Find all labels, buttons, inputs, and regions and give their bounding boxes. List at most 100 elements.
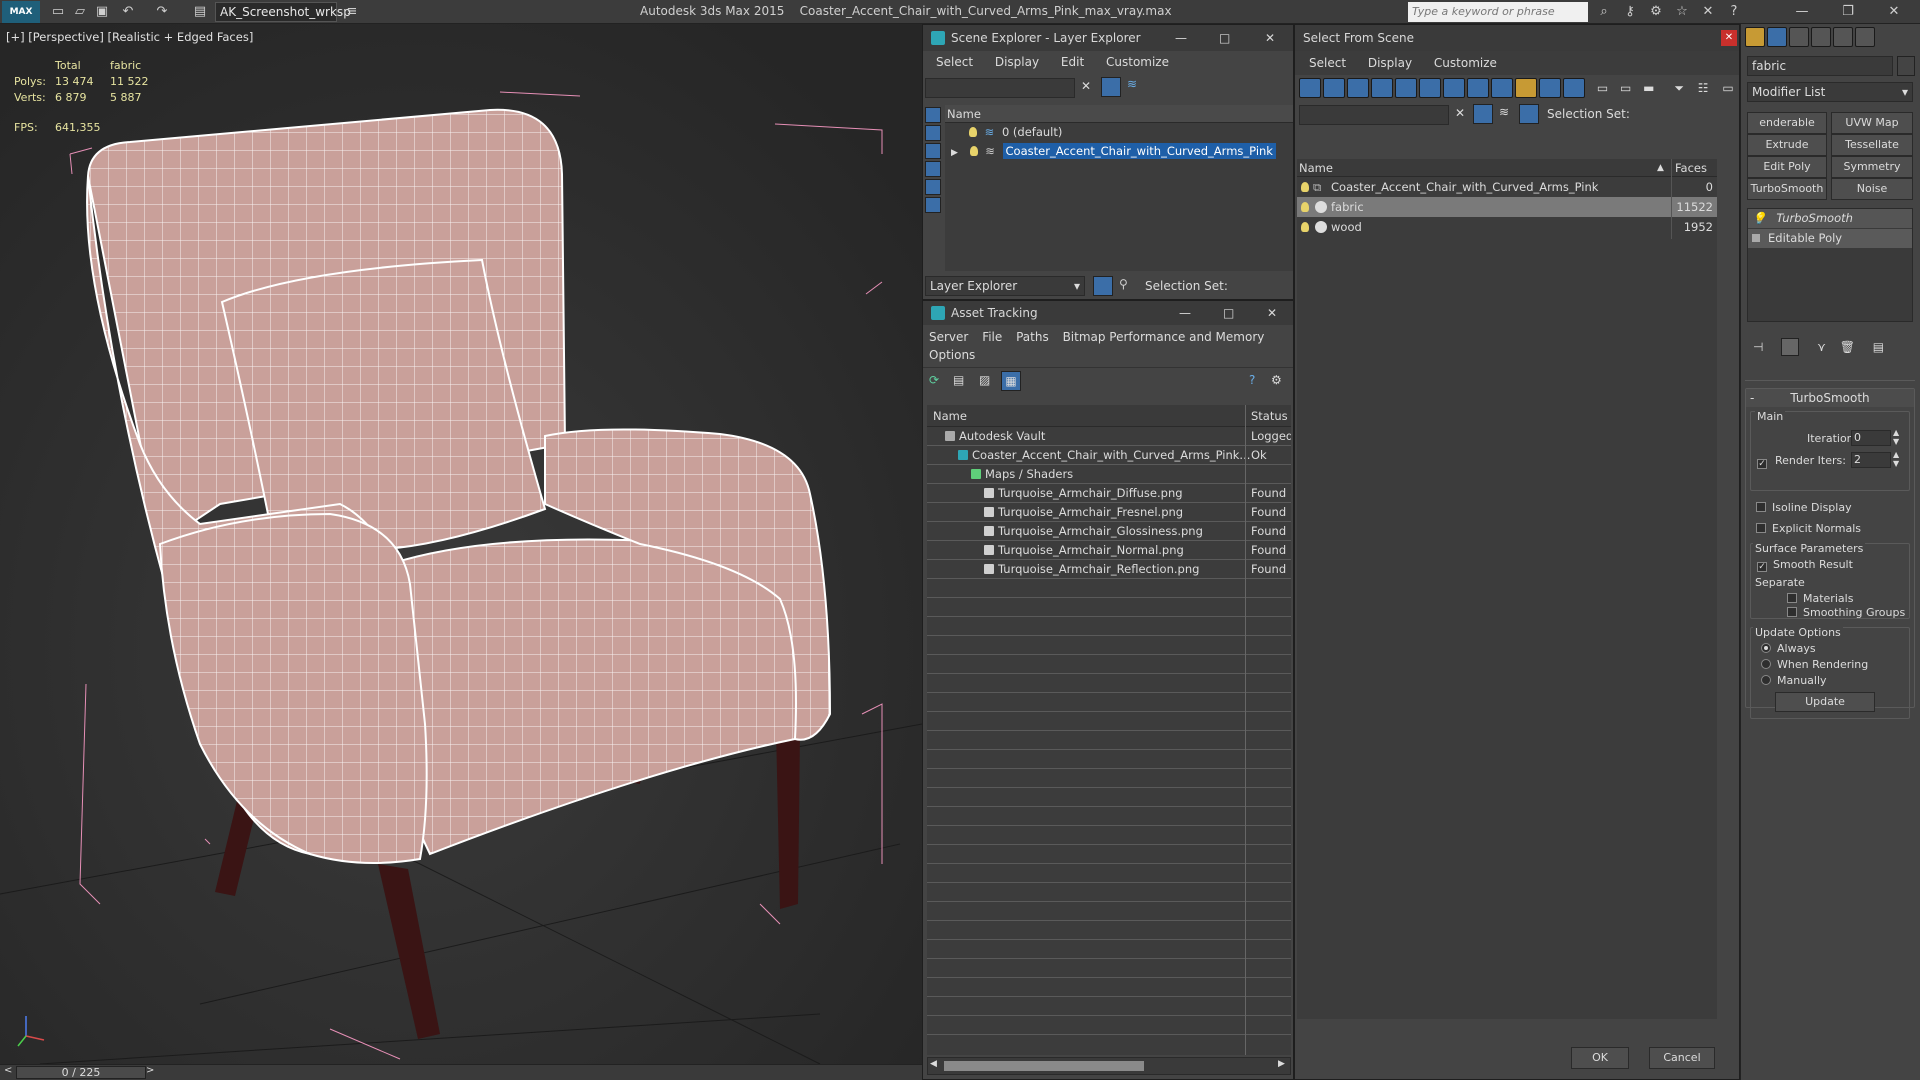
when-rendering-radio[interactable] <box>1761 659 1771 669</box>
minimize-icon[interactable]: — <box>1792 3 1812 21</box>
update-button[interactable]: Update <box>1775 692 1875 712</box>
close-search-icon[interactable]: ✕ <box>1698 3 1718 21</box>
hierarchy-tab-icon[interactable] <box>1789 27 1809 47</box>
table-view-icon[interactable]: ▦ <box>1001 371 1021 391</box>
visibility-bulb-icon[interactable] <box>969 146 978 156</box>
asset-row[interactable]: Turquoise_Armchair_Normal.png Found <box>927 541 1291 560</box>
modify-tab-icon[interactable] <box>1767 27 1787 47</box>
open-file-icon[interactable]: ▱ <box>70 3 90 21</box>
display-geometry-icon[interactable] <box>925 161 941 177</box>
collapse-icon[interactable]: - <box>1750 389 1754 407</box>
object-row[interactable]: ⧉ Coaster_Accent_Chair_with_Curved_Arms_… <box>1297 177 1717 197</box>
maximize-icon[interactable]: □ <box>1223 301 1234 325</box>
visibility-bulb-icon[interactable] <box>969 127 977 137</box>
render-iters-spinner[interactable]: 2 <box>1851 452 1891 468</box>
menu-customize[interactable]: Customize <box>1106 51 1169 73</box>
filter-cameras-icon[interactable] <box>1371 78 1393 98</box>
binoculars-icon[interactable]: ⌕ <box>1594 3 1614 21</box>
menu-server[interactable]: Server <box>929 328 968 346</box>
tree-view-icon[interactable]: ☷ <box>1698 81 1709 95</box>
filter-icon[interactable] <box>1101 77 1121 97</box>
perspective-viewport[interactable]: [+] [Perspective] [Realistic + Edged Fac… <box>0 24 922 1064</box>
help-icon[interactable]: ? <box>1249 373 1255 387</box>
display-invert-icon[interactable] <box>925 143 941 159</box>
collapse-icon[interactable]: ▭ <box>1722 81 1733 95</box>
minimize-icon[interactable]: — <box>1179 301 1191 325</box>
make-unique-icon[interactable]: ⋎ <box>1817 340 1826 354</box>
close-icon[interactable]: ✕ <box>1265 25 1275 51</box>
filter-geometry-icon[interactable] <box>1299 78 1321 98</box>
favorites-icon[interactable]: ☆ <box>1672 3 1692 21</box>
scroll-thumb[interactable] <box>944 1061 1144 1071</box>
explicit-normals-option[interactable]: Explicit Normals <box>1756 518 1914 539</box>
maximize-icon[interactable]: □ <box>1219 25 1230 51</box>
col-status-header[interactable]: Status <box>1251 405 1288 427</box>
new-file-icon[interactable]: ▭ <box>48 3 68 21</box>
isoline-display-option[interactable]: Isoline Display <box>1756 497 1914 518</box>
col-name-header[interactable]: Name <box>1299 159 1333 177</box>
edit-poly-button[interactable]: Edit Poly <box>1747 156 1827 178</box>
redo-icon[interactable]: ↷ <box>152 3 172 21</box>
scroll-left-icon[interactable]: ◀ <box>930 1059 937 1069</box>
filter-spacewarps-icon[interactable] <box>1419 78 1441 98</box>
asset-row[interactable]: Turquoise_Armchair_Diffuse.png Found <box>927 484 1291 503</box>
workspace-menu-icon[interactable]: ≡ <box>342 3 362 21</box>
menu-display[interactable]: Display <box>1368 51 1412 75</box>
display-shapes-icon[interactable] <box>925 179 941 195</box>
spinner-arrows-icon[interactable]: ▲ ▼ <box>1893 450 1899 468</box>
create-tab-icon[interactable] <box>1745 27 1765 47</box>
undo-icon[interactable]: ↶ <box>118 3 138 21</box>
explicit-normals-checkbox[interactable] <box>1756 523 1766 533</box>
layers-toggle-icon[interactable]: ≋ <box>1127 77 1145 95</box>
restore-icon[interactable]: ❐ <box>1838 3 1858 21</box>
menu-paths[interactable]: Paths <box>1016 328 1049 346</box>
object-name-field[interactable]: fabric <box>1747 56 1893 76</box>
tessellate-button[interactable]: Tessellate <box>1831 134 1913 156</box>
close-icon[interactable]: ✕ <box>1267 301 1277 325</box>
menu-bitmap-performance[interactable]: Bitmap Performance and Memory <box>1063 328 1265 346</box>
extrude-button[interactable]: Extrude <box>1747 134 1827 156</box>
search-input[interactable]: Type a keyword or phrase <box>1408 2 1588 22</box>
asset-row[interactable]: Turquoise_Armchair_Glossiness.png Found <box>927 522 1291 541</box>
stack-item-turbosmooth[interactable]: 💡 TurboSmooth <box>1748 209 1912 228</box>
menu-select[interactable]: Select <box>1309 51 1346 75</box>
cancel-button[interactable]: Cancel <box>1649 1047 1715 1069</box>
pin-stack-icon[interactable]: ⊣ <box>1753 340 1763 354</box>
viewport-scene[interactable] <box>0 24 922 1064</box>
scene-explorer-titlebar[interactable]: Scene Explorer - Layer Explorer — □ ✕ <box>923 25 1293 51</box>
menu-edit[interactable]: Edit <box>1061 51 1084 73</box>
key-icon[interactable]: ⚷ <box>1620 3 1640 21</box>
filter-shapes-icon[interactable] <box>1323 78 1345 98</box>
time-slider[interactable]: < 0 / 225 > <box>0 1064 922 1080</box>
layer-row-selected[interactable]: ▶ ≋ Coaster_Accent_Chair_with_Curved_Arm… <box>945 142 1293 161</box>
timeline-prev-icon[interactable]: < <box>4 1065 12 1076</box>
expand-arrow-icon[interactable]: ▶ <box>951 148 958 158</box>
display-tab-icon[interactable] <box>1833 27 1853 47</box>
list-view-icon[interactable]: ▤ <box>953 373 964 387</box>
subscription-icon[interactable]: ⚙ <box>1646 3 1666 21</box>
menu-file[interactable]: File <box>982 328 1002 346</box>
spinner-arrows-icon[interactable]: ▲ ▼ <box>1893 428 1899 446</box>
filter-xrefs-icon[interactable] <box>1467 78 1489 98</box>
utilities-tab-icon[interactable] <box>1855 27 1875 47</box>
select-search-input[interactable] <box>1299 105 1449 125</box>
asset-row[interactable]: Maps / Shaders <box>927 465 1291 484</box>
scene-explorer-search-input[interactable] <box>925 78 1075 98</box>
filter-lights-icon[interactable] <box>1347 78 1369 98</box>
filter-containers-icon[interactable] <box>1515 78 1537 98</box>
hierarchy-icon[interactable]: ⚲ <box>1119 277 1128 291</box>
help-icon[interactable]: ? <box>1724 3 1744 21</box>
filter-hidden-icon[interactable] <box>1563 78 1585 98</box>
menu-select[interactable]: Select <box>936 51 973 73</box>
select-none-icon[interactable]: ▭ <box>1620 81 1631 95</box>
renderable-spline-button[interactable]: enderable Splir <box>1747 112 1827 149</box>
display-none-icon[interactable] <box>925 107 941 123</box>
smooth-result-checkbox[interactable]: ✓ <box>1757 562 1767 572</box>
modifier-list-dropdown[interactable]: Modifier List ▾ <box>1747 82 1913 102</box>
configure-sets-icon[interactable]: ▤ <box>1873 340 1884 354</box>
filter-groups-icon[interactable] <box>1443 78 1465 98</box>
horizontal-scrollbar[interactable]: ◀ ▶ <box>927 1057 1291 1075</box>
rollout-header[interactable]: - TurboSmooth <box>1746 389 1914 407</box>
layer-row[interactable]: ≋ 0 (default) <box>945 123 1293 142</box>
asset-row[interactable]: Turquoise_Armchair_Fresnel.png Found <box>927 503 1291 522</box>
